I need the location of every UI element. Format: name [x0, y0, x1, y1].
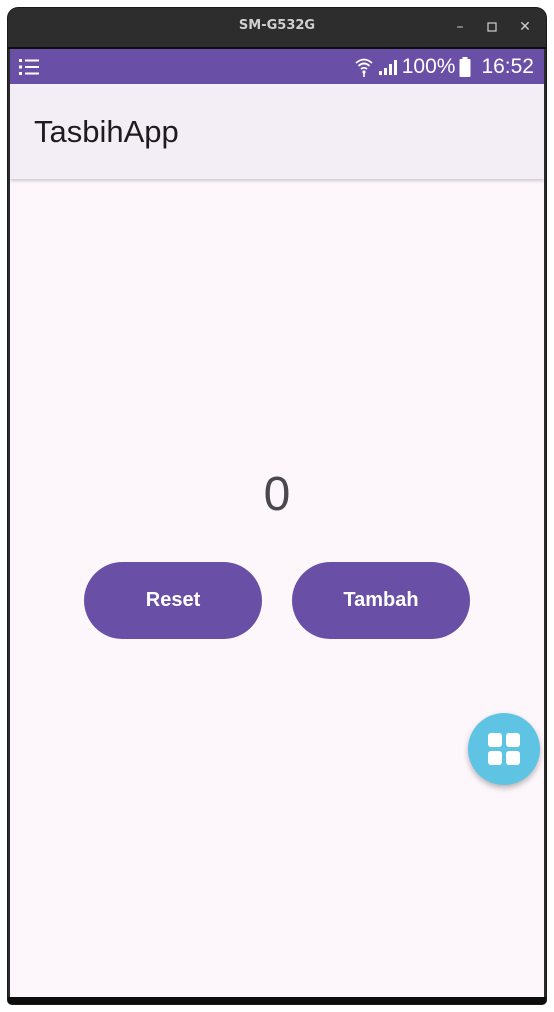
status-icons: 100% 16:52 — [354, 54, 534, 80]
maximize-button[interactable] — [481, 16, 503, 38]
counter-value: 0 — [263, 468, 291, 521]
minimize-button[interactable]: – — [449, 16, 471, 38]
status-bar: 100% 16:52 — [10, 49, 544, 84]
device-bezel-bottom — [8, 997, 546, 1004]
wifi-icon — [355, 58, 373, 77]
reset-button[interactable]: Reset — [84, 562, 262, 639]
window-titlebar[interactable]: SM-G532G – ✕ — [8, 8, 546, 47]
battery-percent: 100% — [401, 55, 456, 78]
maximize-icon — [487, 22, 497, 32]
close-button[interactable]: ✕ — [514, 16, 536, 38]
status-time: 16:52 — [481, 55, 534, 78]
add-button[interactable]: Tambah — [292, 562, 470, 639]
emulator-window: SM-G532G – ✕ 100% 16:52 TasbihApp 0 Rese… — [8, 8, 546, 1004]
app-bar: TasbihApp — [10, 84, 544, 179]
app-title: TasbihApp — [34, 114, 179, 149]
grid-icon — [488, 733, 520, 765]
signal-icon — [378, 60, 397, 75]
battery-icon — [459, 57, 471, 77]
floating-action-button[interactable] — [468, 713, 540, 785]
menu-list-icon — [19, 59, 39, 75]
device-screen: 100% 16:52 TasbihApp 0 Reset Tambah — [10, 49, 544, 997]
